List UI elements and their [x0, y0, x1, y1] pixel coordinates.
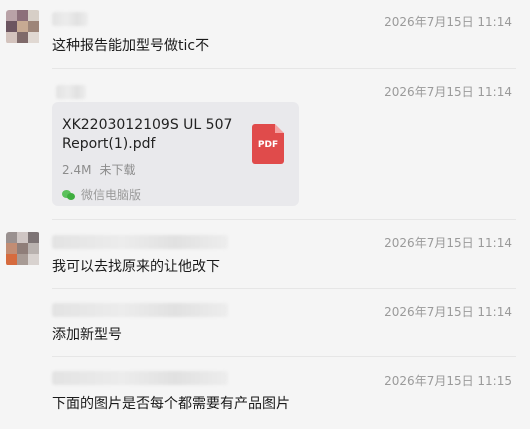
avatar[interactable]	[6, 232, 40, 266]
file-source: 微信电脑版	[62, 186, 141, 203]
message-timestamp: 2026年7月15日 11:14	[384, 236, 512, 250]
message-divider	[52, 219, 516, 220]
message-divider	[52, 288, 516, 289]
message-timestamp: 2026年7月15日 11:15	[384, 374, 512, 388]
file-download-status: 未下载	[99, 163, 136, 177]
message-text[interactable]: 下面的图片是否每个都需要有产品图片	[52, 393, 290, 413]
sender-name	[52, 12, 88, 26]
message-timestamp: 2026年7月15日 11:14	[384, 305, 512, 319]
message-text[interactable]: 我可以去找原来的让他改下	[52, 256, 220, 276]
sender-name	[52, 303, 228, 317]
sender-name	[52, 371, 228, 385]
sender-name	[56, 85, 86, 99]
pdf-label: PDF	[257, 140, 279, 150]
file-card[interactable]: XK2203012109S UL 507 Report(1).pdf 2.4M 未…	[52, 102, 299, 206]
message-divider	[52, 356, 516, 357]
avatar[interactable]	[6, 10, 40, 44]
message-text[interactable]: 添加新型号	[52, 324, 122, 344]
pdf-file-icon: PDF	[252, 124, 284, 164]
wechat-icon	[62, 190, 75, 200]
message-divider	[52, 68, 516, 69]
message-timestamp: 2026年7月15日 11:14	[384, 85, 512, 99]
file-name: XK2203012109S UL 507 Report(1).pdf	[62, 117, 233, 152]
message-timestamp: 2026年7月15日 11:14	[384, 15, 512, 29]
file-size: 2.4M	[62, 163, 92, 177]
file-source-label: 微信电脑版	[81, 188, 142, 202]
file-meta: 2.4M 未下载	[62, 161, 143, 178]
message-text[interactable]: 这种报告能加型号做tic不	[52, 35, 209, 55]
sender-name	[52, 235, 228, 249]
